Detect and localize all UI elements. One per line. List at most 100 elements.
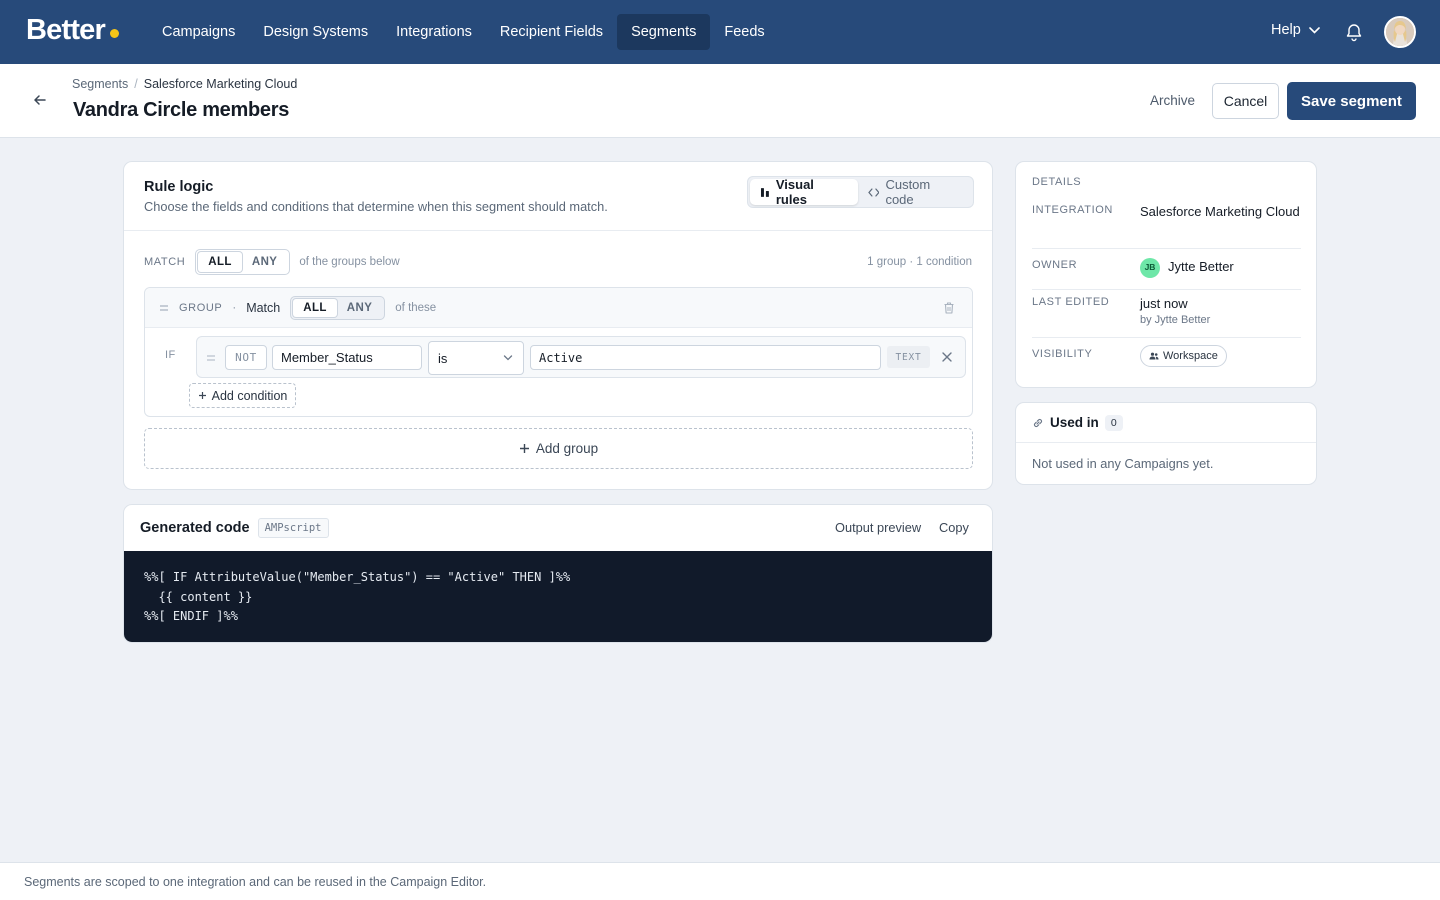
- top-navigation: Better Campaigns Design Systems Integrat…: [0, 0, 1440, 64]
- generated-code-header: Generated code AMPscript Output preview …: [124, 505, 992, 551]
- owner-value: JB Jytte Better: [1140, 257, 1300, 278]
- rule-counts: 1 group · 1 condition: [867, 256, 972, 268]
- output-preview-button[interactable]: Output preview: [835, 520, 921, 535]
- group-dot: ·: [232, 301, 237, 314]
- code-block[interactable]: %%[ IF AttributeValue("Member_Status") =…: [124, 551, 992, 642]
- match-label: MATCH: [144, 256, 186, 268]
- integration-label: INTEGRATION: [1032, 204, 1113, 216]
- nav-feeds[interactable]: Feeds: [710, 14, 778, 50]
- group-match-label: Match: [246, 300, 281, 315]
- nav-links: Campaigns Design Systems Integrations Re…: [148, 14, 779, 50]
- code-line: %%[ ENDIF ]%%: [144, 609, 238, 623]
- integration-value: Salesforce Marketing Cloud: [1140, 204, 1300, 219]
- match-suffix: of the groups below: [299, 256, 400, 268]
- code-icon: [867, 187, 880, 197]
- used-in-empty-message: Not used in any Campaigns yet.: [1032, 456, 1214, 471]
- page-header: Segments / Salesforce Marketing Cloud Va…: [0, 64, 1440, 138]
- help-label: Help: [1271, 22, 1301, 38]
- visibility-label: VISIBILITY: [1032, 348, 1093, 360]
- mode-toggle: Visual rules Custom code: [747, 176, 974, 208]
- match-any-button[interactable]: ANY: [242, 252, 287, 272]
- cancel-button[interactable]: Cancel: [1212, 83, 1279, 119]
- nav-segments[interactable]: Segments: [617, 14, 711, 50]
- code-line: %%[ IF AttributeValue("Member_Status") =…: [144, 570, 571, 584]
- last-edited-value: just now by Jytte Better: [1140, 294, 1300, 327]
- match-all-button[interactable]: ALL: [198, 252, 242, 272]
- last-edited-row: LAST EDITED just now by Jytte Better: [1032, 294, 1301, 338]
- page-title: Vandra Circle members: [73, 99, 290, 121]
- used-in-count: 0: [1104, 414, 1123, 431]
- bell-icon[interactable]: [1344, 22, 1364, 42]
- user-avatar[interactable]: [1384, 16, 1416, 48]
- visibility-row: VISIBILITY Workspace: [1032, 345, 1301, 376]
- generated-code-title: Generated code: [140, 520, 250, 536]
- nav-campaigns[interactable]: Campaigns: [148, 14, 249, 50]
- link-icon: [1033, 418, 1043, 427]
- rule-logic-header: Rule logic Choose the fields and conditi…: [124, 162, 992, 231]
- field-input[interactable]: Member_Status: [272, 345, 422, 370]
- generated-code-card: Generated code AMPscript Output preview …: [123, 504, 993, 643]
- type-badge: TEXT: [887, 346, 930, 368]
- owner-label: OWNER: [1032, 259, 1078, 271]
- group-label: GROUP: [179, 301, 223, 314]
- rule-logic-subtitle: Choose the fields and conditions that de…: [144, 199, 608, 214]
- rule-group: GROUP · Match ALL ANY of these IF NOT Me…: [144, 287, 973, 417]
- visibility-text: Workspace: [1163, 349, 1218, 362]
- last-edited-label: LAST EDITED: [1032, 296, 1110, 308]
- help-menu[interactable]: Help: [1271, 22, 1320, 38]
- nav-design-systems[interactable]: Design Systems: [249, 14, 382, 50]
- better-logo[interactable]: Better: [26, 14, 119, 47]
- custom-code-tab[interactable]: Custom code: [858, 177, 971, 207]
- logo-text: Better: [26, 14, 106, 46]
- group-header: GROUP · Match ALL ANY of these: [145, 288, 972, 328]
- owner-name: Jytte Better: [1168, 259, 1234, 274]
- used-in-header: Used in 0: [1016, 403, 1316, 443]
- footer-text: Segments are scoped to one integration a…: [24, 875, 487, 889]
- visual-rules-label: Visual rules: [775, 177, 814, 207]
- trash-icon[interactable]: [942, 301, 956, 315]
- back-arrow-icon[interactable]: [32, 92, 48, 108]
- copy-button[interactable]: Copy: [939, 520, 969, 535]
- match-row: MATCH ALL ANY of the groups below 1 grou…: [144, 249, 972, 275]
- nav-integrations[interactable]: Integrations: [382, 14, 486, 50]
- visibility-value: Workspace: [1140, 345, 1300, 367]
- custom-code-label: Custom code: [885, 177, 931, 207]
- add-condition-label: Add condition: [211, 388, 288, 403]
- details-heading: DETAILS: [1032, 176, 1082, 188]
- users-icon: [1149, 352, 1159, 360]
- operator-value: is: [438, 350, 448, 366]
- breadcrumb-segments[interactable]: Segments: [72, 77, 128, 91]
- footer: Segments are scoped to one integration a…: [0, 862, 1440, 900]
- not-toggle[interactable]: NOT: [225, 345, 267, 370]
- used-in-title: Used in: [1050, 415, 1099, 430]
- visual-rules-tab[interactable]: Visual rules: [750, 177, 858, 207]
- add-group-button[interactable]: Add group: [144, 428, 973, 469]
- group-any-button[interactable]: ANY: [337, 299, 382, 317]
- close-icon[interactable]: [940, 350, 954, 364]
- rule-logic-card: Rule logic Choose the fields and conditi…: [123, 161, 993, 490]
- archive-button[interactable]: Archive: [1150, 93, 1195, 108]
- visual-rules-icon: [760, 187, 769, 197]
- match-toggle: ALL ANY: [195, 249, 291, 275]
- condition-row: NOT Member_Status is Active TEXT: [196, 336, 966, 378]
- breadcrumb-separator: /: [134, 77, 138, 91]
- last-edited-time: just now: [1140, 296, 1188, 311]
- drag-handle-icon[interactable]: [159, 304, 169, 312]
- chevron-down-icon: [503, 355, 513, 361]
- operator-select[interactable]: is: [428, 341, 524, 375]
- rule-logic-title: Rule logic: [144, 179, 214, 195]
- plus-icon: [198, 392, 206, 399]
- owner-avatar: JB: [1140, 257, 1160, 278]
- save-segment-button[interactable]: Save segment: [1287, 82, 1416, 120]
- logo-dot: [110, 29, 119, 38]
- owner-row: OWNER JB Jytte Better: [1032, 257, 1301, 290]
- visibility-badge[interactable]: Workspace: [1140, 345, 1227, 367]
- add-condition-button[interactable]: Add condition: [189, 383, 296, 408]
- group-all-button[interactable]: ALL: [293, 298, 337, 317]
- add-group-label: Add group: [535, 441, 599, 456]
- value-input[interactable]: Active: [530, 345, 881, 370]
- group-match-toggle: ALL ANY: [290, 295, 386, 320]
- nav-recipient-fields[interactable]: Recipient Fields: [486, 14, 617, 50]
- breadcrumb-current: Salesforce Marketing Cloud: [143, 77, 298, 91]
- drag-handle-icon[interactable]: [206, 354, 216, 362]
